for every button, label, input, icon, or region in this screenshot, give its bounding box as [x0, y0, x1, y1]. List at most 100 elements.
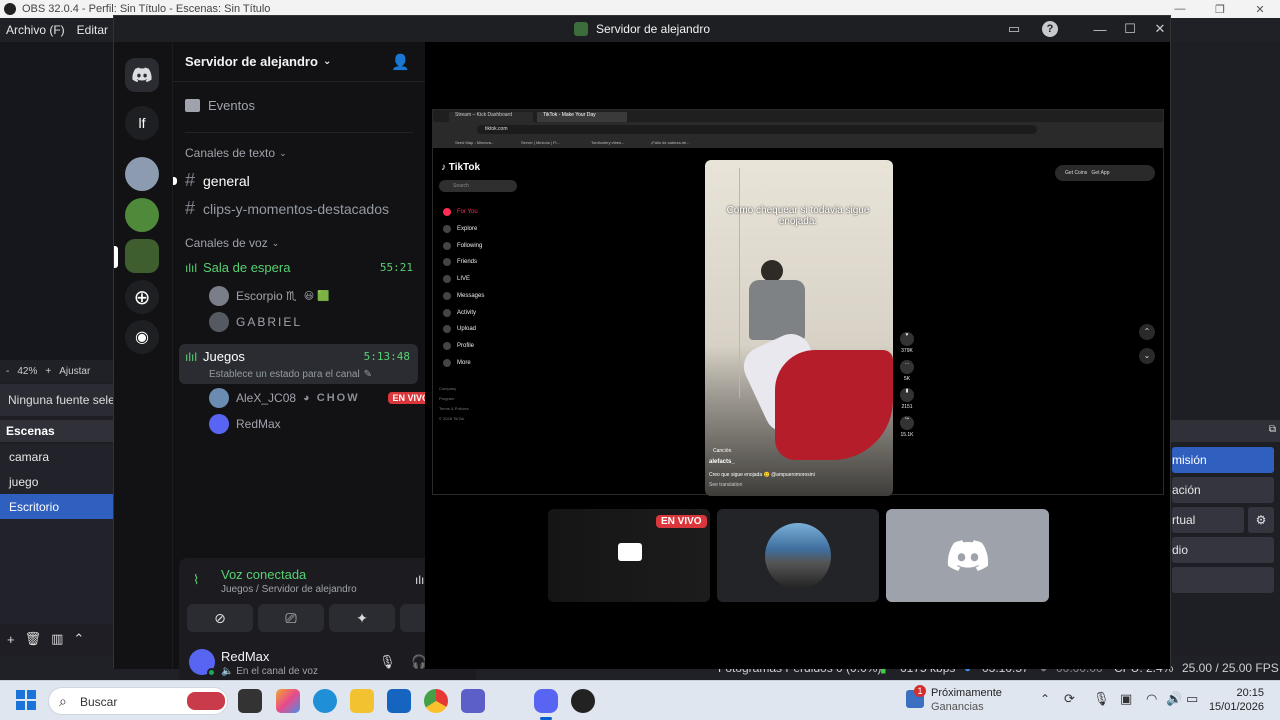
- tt-footer: Company Program Terms & Policies © 2026 Tik…: [439, 386, 469, 421]
- sync-icon[interactable]: ⟳: [1064, 691, 1075, 707]
- add-scene-icon[interactable]: +: [7, 632, 15, 647]
- restore-icon[interactable]: ❐: [1200, 0, 1240, 18]
- invite-icon[interactable]: 👤: [391, 53, 410, 71]
- voice-category[interactable]: Canales de voz ⌄: [185, 236, 279, 250]
- text-category-label: Canales de texto: [185, 146, 276, 160]
- tt-nav-item: LIVE: [443, 275, 470, 283]
- participant-tile-stream[interactable]: EN VIVO: [548, 509, 710, 602]
- channel-status[interactable]: Establece un estado para el canal ✎: [209, 369, 372, 380]
- voice-user-name: GABRIEL: [236, 315, 303, 329]
- menu-file[interactable]: Archivo (F): [0, 23, 71, 37]
- bluetooth-icon[interactable]: ▣: [1120, 691, 1132, 707]
- studio-mode-button[interactable]: dio: [1172, 537, 1274, 563]
- tiktok-search: Search: [439, 180, 517, 192]
- voice-connected-label[interactable]: Voz conectada: [221, 567, 306, 582]
- zoom-fit-button[interactable]: Ajustar: [59, 366, 90, 377]
- avatar: [209, 312, 229, 332]
- window-title: Servidor de alejandro: [595, 22, 711, 36]
- minimize-icon[interactable]: —: [1090, 20, 1110, 38]
- channel-clips[interactable]: # clips-y-momentos-destacados: [185, 198, 389, 219]
- discover-icon[interactable]: ◉: [125, 320, 159, 354]
- outlook-icon[interactable]: [387, 689, 411, 713]
- scene-item-juego[interactable]: juego: [0, 469, 113, 494]
- voice-channel-sala[interactable]: ılıl Sala de espera 55:21: [185, 260, 413, 275]
- server-lf[interactable]: lf: [125, 106, 159, 140]
- voice-connected-subtitle[interactable]: Juegos / Servidor de alejandro: [221, 584, 357, 595]
- server-rail: lf ⊕ ◉: [114, 42, 172, 669]
- add-server-icon[interactable]: ⊕: [125, 280, 159, 314]
- voice-user-name: AleX_JC08: [236, 391, 297, 405]
- chrome-icon[interactable]: [424, 689, 448, 713]
- virtual-camera-button[interactable]: rtual: [1172, 507, 1244, 533]
- text-category[interactable]: Canales de texto ⌄: [185, 146, 287, 160]
- scene-item-escritorio[interactable]: Escritorio: [0, 494, 113, 519]
- wifi-icon[interactable]: ◠: [1146, 691, 1157, 707]
- delete-scene-icon[interactable]: 🗑: [25, 631, 42, 647]
- scenes-header: Escenas: [0, 420, 113, 442]
- participant-tile-redmax[interactable]: [886, 509, 1049, 602]
- server-avatar-1[interactable]: [125, 157, 159, 191]
- tt-nav-item: Explore: [443, 225, 477, 233]
- tray-chevron-icon[interactable]: ⌃: [1040, 692, 1050, 706]
- start-stream-button[interactable]: misión: [1172, 447, 1274, 473]
- channel-general[interactable]: # general: [185, 170, 250, 191]
- tt-nav-item: For You: [443, 208, 478, 216]
- menu-edit[interactable]: Editar: [71, 23, 114, 37]
- camera-off-button[interactable]: ⊘: [187, 604, 253, 632]
- dock-icon[interactable]: ⧉: [1269, 424, 1276, 435]
- video-caption: Como chequear si todavia sigue enojada:: [726, 205, 870, 227]
- copilot-icon[interactable]: [276, 689, 300, 713]
- start-recording-button[interactable]: ación: [1172, 477, 1274, 503]
- microphone-tray-icon[interactable]: 🎙: [1093, 691, 1110, 707]
- bookmark: Seed Map - Minecra...: [455, 140, 495, 145]
- bookmark: Tomfoolery vibes...: [591, 140, 625, 145]
- voice-user-name: RedMax: [236, 417, 281, 431]
- help-icon[interactable]: ?: [1042, 21, 1058, 37]
- participant-tile-alex[interactable]: [717, 509, 879, 602]
- file-explorer-icon[interactable]: [350, 689, 374, 713]
- settings-button[interactable]: [1172, 567, 1274, 593]
- zoom-in-button[interactable]: +: [45, 366, 51, 377]
- close-icon[interactable]: ✕: [1150, 20, 1170, 38]
- obs-taskbar-icon[interactable]: [571, 689, 595, 713]
- voice-user-gabriel[interactable]: GABRIEL: [209, 312, 302, 332]
- server-avatar-2[interactable]: [125, 198, 159, 232]
- clock-time[interactable]: 20:15: [1212, 687, 1264, 699]
- discord-taskbar-icon[interactable]: [534, 689, 558, 713]
- search-box[interactable]: ⌕ Buscar: [48, 687, 228, 715]
- move-up-icon[interactable]: ⌃: [73, 631, 84, 647]
- volume-icon[interactable]: 🔊: [1166, 691, 1182, 707]
- server-icon: [573, 22, 588, 36]
- inbox-icon[interactable]: ▭: [1004, 20, 1024, 38]
- virtual-camera-settings-icon[interactable]: ⚙: [1248, 507, 1274, 533]
- screen-share-button[interactable]: ⎚: [258, 604, 324, 632]
- channel-label: clips-y-momentos-destacados: [203, 200, 389, 217]
- activities-button[interactable]: ✦: [329, 604, 395, 632]
- tt-nav-item: Messages: [443, 292, 484, 300]
- close-icon[interactable]: ✕: [1240, 0, 1280, 18]
- battery-icon[interactable]: ▭: [1186, 691, 1198, 707]
- edge-icon[interactable]: [313, 689, 337, 713]
- events-item[interactable]: Eventos: [185, 98, 255, 113]
- zoom-out-button[interactable]: -: [6, 366, 9, 377]
- voice-user-redmax[interactable]: RedMax: [209, 414, 281, 434]
- voice-category-label: Canales de voz: [185, 236, 268, 250]
- teams-icon[interactable]: [461, 689, 485, 713]
- news-title[interactable]: Próximamente: [931, 687, 1002, 699]
- voice-user-alex[interactable]: AleX_JC08 ◕ CHOW EN VIVO: [209, 388, 433, 408]
- microphone-icon[interactable]: 🎙: [379, 654, 396, 670]
- voice-channel-juegos[interactable]: ılıl Juegos 5:13:48 Establece un estado …: [179, 344, 418, 384]
- online-status-icon: [207, 668, 216, 677]
- clock-date[interactable]: 15/01/2026: [1202, 701, 1264, 713]
- server-alejandro[interactable]: [125, 239, 159, 273]
- task-view-icon[interactable]: [238, 689, 262, 713]
- avatar: [209, 286, 229, 306]
- scene-item-camara[interactable]: camara: [0, 444, 113, 469]
- user-name[interactable]: RedMax: [221, 649, 269, 664]
- start-icon[interactable]: [16, 690, 36, 710]
- maximize-icon[interactable]: ☐: [1120, 20, 1140, 38]
- server-header[interactable]: Servidor de alejandro ⌄: [185, 54, 331, 69]
- discord-home-icon[interactable]: [125, 58, 159, 92]
- filter-icon[interactable]: ▥: [51, 631, 63, 647]
- voice-user-escorpio[interactable]: Escorpio ♏ 😃 🟩: [209, 286, 329, 306]
